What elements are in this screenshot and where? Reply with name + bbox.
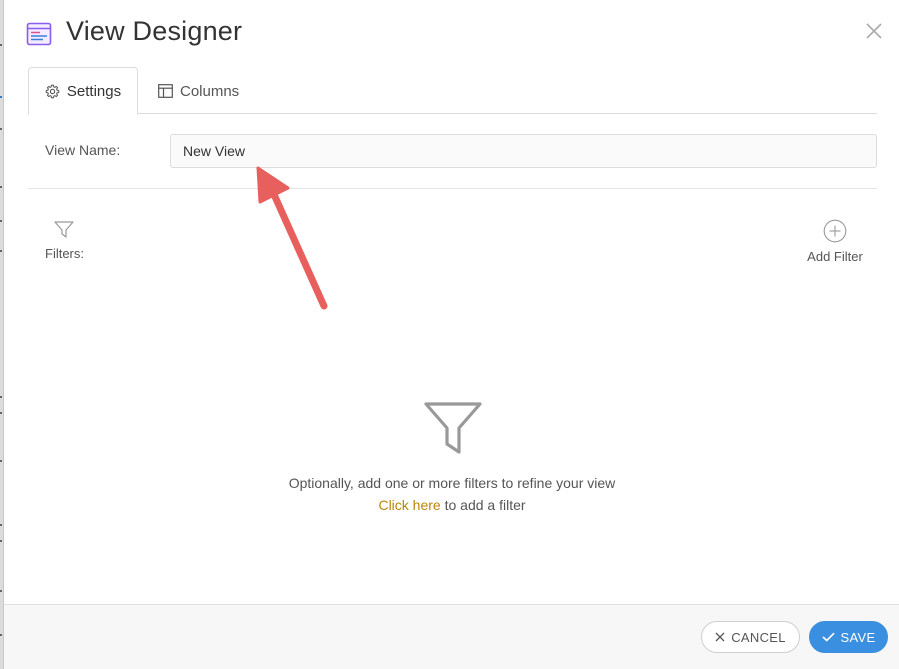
empty-filters-message: Optionally, add one or more filters to r… bbox=[288, 475, 616, 491]
add-filter-link[interactable]: Click here bbox=[378, 497, 440, 513]
add-filter-button[interactable]: Add Filter bbox=[802, 219, 868, 267]
filter-icon bbox=[54, 221, 74, 238]
edge-mark bbox=[0, 250, 2, 252]
view-designer-dialog: View Designer Settings Columns View Name… bbox=[3, 0, 899, 669]
filter-icon bbox=[424, 402, 482, 454]
view-name-row: View Name: bbox=[28, 114, 877, 189]
view-name-label: View Name: bbox=[45, 142, 121, 158]
view-name-input[interactable] bbox=[170, 134, 877, 168]
dialog-title: View Designer bbox=[66, 16, 243, 46]
edge-mark bbox=[0, 460, 2, 462]
edge-mark bbox=[0, 412, 2, 414]
edge-mark bbox=[0, 186, 2, 188]
add-filter-hint: Click here to add a filter bbox=[4, 497, 899, 513]
edge-mark bbox=[0, 540, 2, 542]
edge-mark bbox=[0, 128, 2, 130]
tab-settings-label: Settings bbox=[66, 82, 122, 100]
plus-circle-icon bbox=[823, 219, 847, 243]
check-icon bbox=[821, 632, 835, 642]
add-filter-hint-text: to add a filter bbox=[440, 497, 526, 513]
close-icon bbox=[715, 632, 725, 642]
edge-mark bbox=[0, 44, 2, 46]
columns-icon bbox=[158, 84, 173, 98]
save-button-label: SAVE bbox=[840, 629, 876, 645]
edge-mark bbox=[0, 590, 2, 592]
gear-icon bbox=[45, 84, 60, 98]
tab-columns-label: Columns bbox=[180, 82, 240, 100]
edge-mark bbox=[0, 634, 2, 636]
edge-mark bbox=[0, 396, 2, 398]
filters-label: Filters: bbox=[45, 246, 84, 261]
edge-mark bbox=[0, 524, 2, 526]
dialog-footer: CANCEL SAVE bbox=[4, 604, 899, 669]
save-button[interactable]: SAVE bbox=[809, 621, 888, 653]
cancel-button[interactable]: CANCEL bbox=[701, 621, 800, 653]
cancel-button-label: CANCEL bbox=[731, 629, 786, 645]
close-icon[interactable] bbox=[863, 20, 885, 42]
tab-columns[interactable]: Columns bbox=[158, 67, 239, 115]
tab-bar: Settings Columns bbox=[28, 66, 877, 115]
tab-settings[interactable]: Settings bbox=[28, 67, 138, 115]
edge-mark bbox=[0, 220, 2, 222]
add-filter-label: Add Filter bbox=[807, 249, 863, 264]
edge-mark bbox=[0, 96, 2, 98]
dialog-header: View Designer bbox=[4, 0, 899, 66]
view-designer-icon bbox=[26, 22, 52, 46]
